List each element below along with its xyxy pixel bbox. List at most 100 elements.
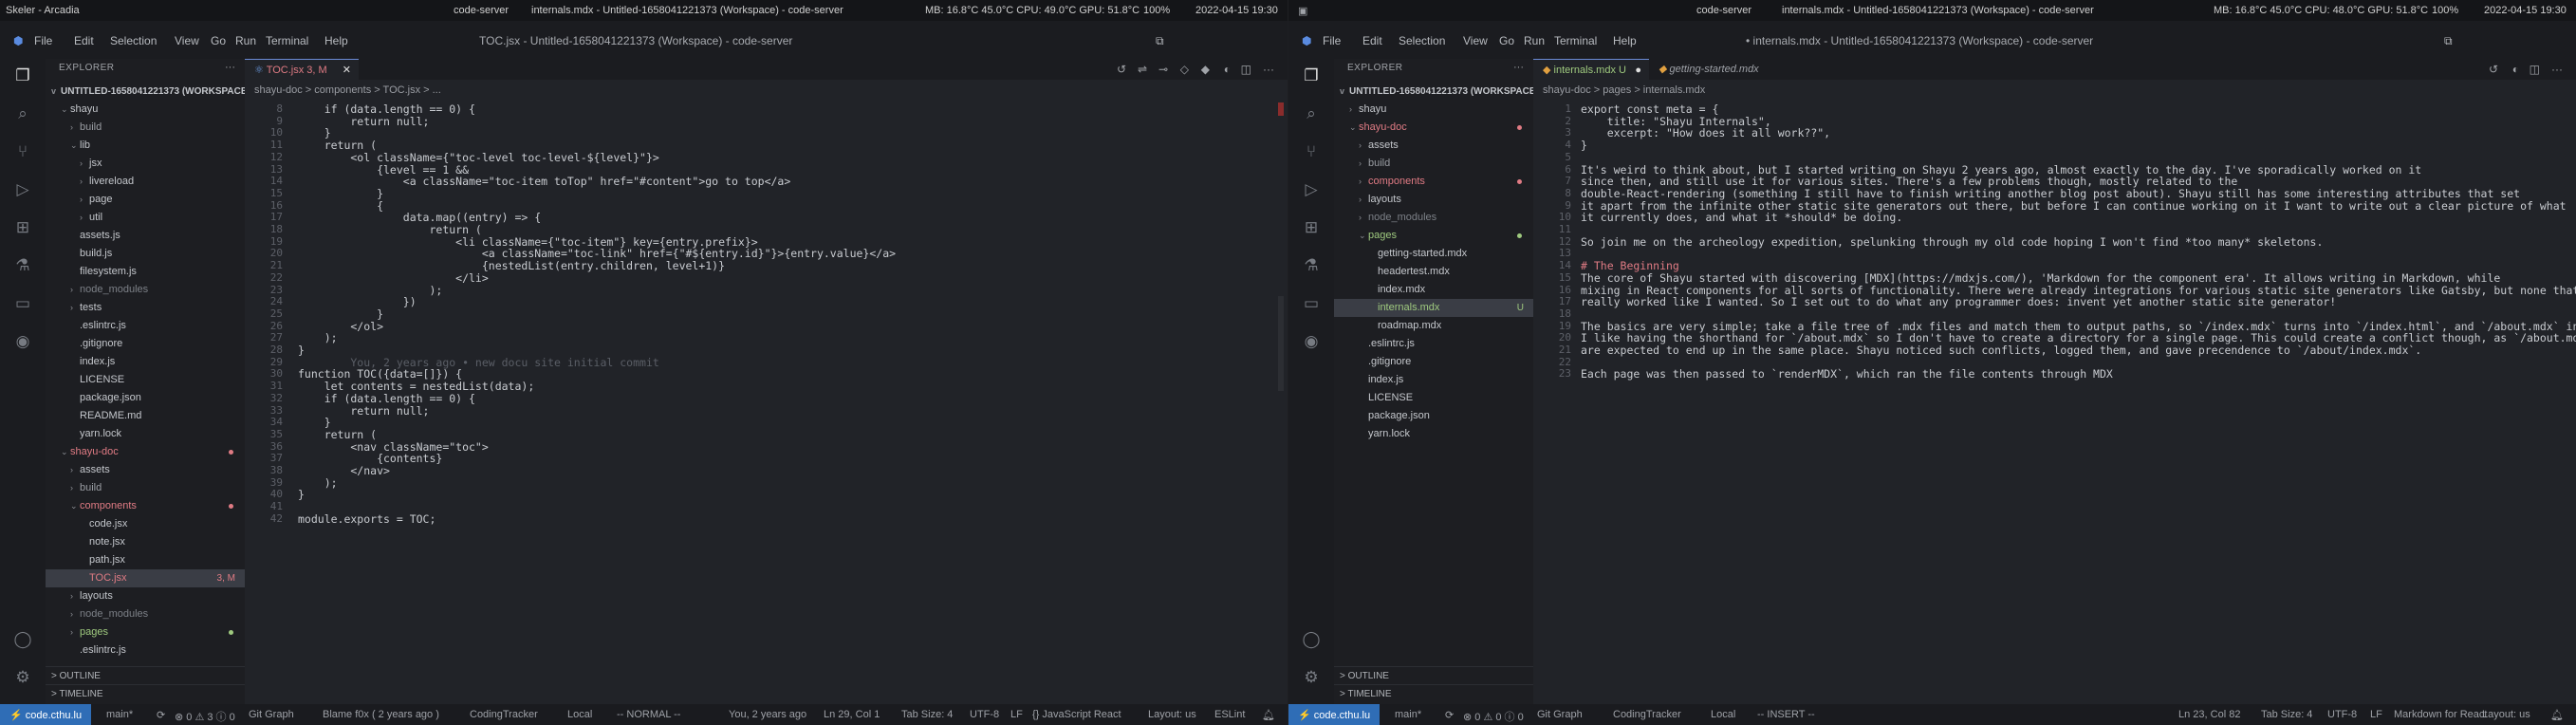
tree-item[interactable]: ⌄ components (46, 497, 245, 515)
blame-short[interactable]: You, 2 years ago (729, 709, 806, 720)
git-graph-status[interactable]: Git Graph (249, 709, 294, 720)
menu-run[interactable]: Run (235, 34, 256, 47)
tree-item[interactable]: › util (46, 209, 245, 227)
source-control-icon[interactable]: ⑂ (1300, 140, 1323, 163)
tree-item[interactable]: index.js (46, 353, 245, 371)
tree-item[interactable]: internals.mdx U (1334, 299, 1533, 317)
compare-icon[interactable]: ⇌ (1138, 63, 1147, 76)
line-ending[interactable]: LF (1010, 709, 1023, 720)
tree-item[interactable]: › node_modules (46, 281, 245, 299)
tree-item[interactable]: assets.js (46, 227, 245, 245)
tree-item[interactable]: › jsx (46, 155, 245, 173)
menu-file[interactable]: File (1323, 34, 1341, 47)
testing-icon[interactable]: ⚗ (1300, 254, 1323, 277)
eslint-status[interactable]: ESLint (1214, 709, 1245, 720)
next-change-icon[interactable]: ◆ (1201, 63, 1210, 76)
tree-item[interactable]: › assets (1334, 137, 1533, 155)
tree-item[interactable]: › build (46, 479, 245, 497)
unsaved-dot-icon[interactable]: ● (1635, 60, 1641, 81)
keyboard-layout[interactable]: Layout: us (2482, 709, 2530, 720)
problems-count[interactable]: ⊗ 0 ⚠ 3 ⓘ 0 (175, 709, 235, 724)
tree-item[interactable]: roadmap.mdx (1334, 317, 1533, 335)
tree-item[interactable]: LICENSE (1334, 389, 1533, 407)
menu-go[interactable]: Go (211, 34, 226, 47)
tree-item[interactable]: › node_modules (1334, 209, 1533, 227)
coding-tracker[interactable]: CodingTracker (1613, 709, 1681, 720)
search-icon[interactable]: ⌕ (1300, 102, 1323, 125)
sync-icon[interactable]: ⟳ (1445, 709, 1454, 721)
source-control-icon[interactable]: ⑂ (11, 140, 34, 163)
tab-toc-jsx[interactable]: ⚛ TOC.jsx 3, M ✕ (245, 59, 359, 80)
tree-item[interactable]: .eslintrc.js (46, 317, 245, 335)
split-editor-icon[interactable]: ◫ (1241, 63, 1251, 76)
split-editor-icon[interactable]: ◫ (2530, 63, 2540, 76)
problems-count[interactable]: ⊗ 0 ⚠ 0 ⓘ 0 (1463, 709, 1524, 724)
tree-item[interactable]: .eslintrc.js (1334, 335, 1533, 353)
tree-item[interactable]: › layouts (46, 587, 245, 605)
tree-item[interactable]: README.md (46, 407, 245, 425)
remote-indicator[interactable]: ⚡ code.cthu.lu (0, 704, 92, 725)
scrollbar-thumb[interactable] (1278, 296, 1284, 391)
menu-view[interactable]: View (175, 34, 199, 47)
notifications-icon[interactable]: 🔔︎ (2550, 709, 2564, 721)
run-debug-icon[interactable]: ▷ (1300, 178, 1323, 201)
sync-icon[interactable]: ⟳ (157, 709, 165, 721)
cursor-position[interactable]: Ln 29, Col 1 (824, 709, 880, 720)
tree-item[interactable]: LICENSE (46, 371, 245, 389)
tree-item[interactable]: .gitignore (46, 335, 245, 353)
tree-item[interactable]: index.mdx (1334, 281, 1533, 299)
coding-tracker[interactable]: CodingTracker (470, 709, 538, 720)
remote-indicator[interactable]: ⚡ code.cthu.lu (1288, 704, 1381, 725)
tree-item[interactable]: package.json (46, 389, 245, 407)
notifications-icon[interactable]: 🔔︎ (1262, 709, 1275, 721)
menu-selection[interactable]: Selection (110, 34, 157, 47)
menu-view[interactable]: View (1463, 34, 1488, 47)
tree-item[interactable]: yarn.lock (1334, 425, 1533, 443)
tree-item[interactable]: build.js (46, 245, 245, 263)
layout-icon[interactable]: ⧉ (2444, 34, 2453, 48)
menu-go[interactable]: Go (1499, 34, 1514, 47)
tree-item[interactable]: headertest.mdx (1334, 263, 1533, 281)
tree-item[interactable]: index.js (1334, 371, 1533, 389)
tree-item[interactable]: package.json (1334, 407, 1533, 425)
tree-item[interactable]: › page (46, 191, 245, 209)
tree-item[interactable]: ⌄ shayu-doc (1334, 119, 1533, 137)
account-icon[interactable]: ◯ (1300, 628, 1323, 651)
prev-change-icon[interactable]: ◇ (1180, 63, 1189, 76)
git-graph-icon[interactable]: ◉ (11, 330, 34, 353)
tree-item[interactable]: › livereload (46, 173, 245, 191)
git-branch[interactable]: main* (106, 709, 133, 720)
history-icon[interactable]: ↺ (1117, 63, 1126, 76)
tree-item[interactable]: › layouts (1334, 191, 1533, 209)
account-icon[interactable]: ◯ (11, 628, 34, 651)
git-graph-icon[interactable]: ◉ (1300, 330, 1323, 353)
tree-item[interactable]: › pages (46, 623, 245, 641)
run-debug-icon[interactable]: ▷ (11, 178, 34, 201)
tree-item[interactable]: ⌄ pages (1334, 227, 1533, 245)
menu-selection[interactable]: Selection (1399, 34, 1445, 47)
tree-item[interactable]: .gitignore (1334, 353, 1533, 371)
tree-item[interactable]: › shayu (1334, 101, 1533, 119)
tree-item[interactable]: › tests (46, 299, 245, 317)
extensions-icon[interactable]: ⊞ (1300, 216, 1323, 239)
git-graph-status[interactable]: Git Graph (1537, 709, 1583, 720)
menu-run[interactable]: Run (1524, 34, 1545, 47)
tab-internals-mdx[interactable]: ◆ internals.mdx U ● (1533, 59, 1649, 80)
editor-more-icon[interactable]: ··· (2551, 63, 2563, 76)
more-actions-icon[interactable]: ··· (225, 62, 235, 73)
git-branch[interactable]: main* (1395, 709, 1421, 720)
tree-item[interactable]: ⌄ lib (46, 137, 245, 155)
close-tab-icon[interactable]: ✕ (343, 60, 351, 81)
tree-item[interactable]: path.jsx (46, 551, 245, 569)
local-indicator[interactable]: Local (1711, 709, 1735, 720)
language-mode[interactable]: {} JavaScript React (1032, 709, 1121, 720)
tree-item[interactable]: TOC.jsx 3, M (46, 569, 245, 587)
more-actions-icon[interactable]: ··· (1513, 62, 1524, 73)
tree-item[interactable]: › node_modules (46, 605, 245, 623)
git-commit-icon[interactable]: ⊸ (1158, 63, 1168, 76)
code-editor[interactable]: ⚛ TOC.jsx 3, M ✕ ↺ ⇌ ⊸ ◇ ◆ ◐ ◫ ··· shayu… (245, 59, 1288, 704)
tree-item[interactable]: yarn.lock (46, 425, 245, 443)
workspace-root[interactable]: v UNTITLED-1658041221373 (WORKSPACE) (46, 83, 250, 101)
history-icon[interactable]: ↺ (2489, 63, 2498, 76)
timeline-section[interactable]: > TIMELINE (1334, 684, 1533, 702)
